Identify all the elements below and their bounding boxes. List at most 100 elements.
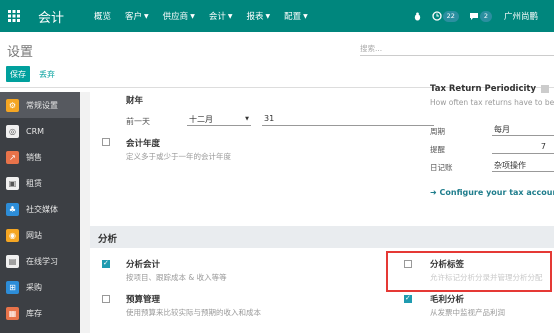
fiscal-month-select[interactable]: 十二月 ▼ [187, 114, 251, 126]
caret-down-icon: ▼ [303, 12, 308, 20]
elearning-icon: ▤ [6, 254, 19, 268]
menu-reporting[interactable]: 报表 ▼ [246, 10, 270, 22]
menu-label: 会计 [208, 12, 226, 22]
sidebar-item-social-media[interactable]: ♣ 社交媒体 [0, 196, 80, 222]
company-field-icon [540, 84, 549, 93]
apps-menu-icon[interactable] [2, 0, 26, 32]
systray: 22 2 广州尚鹏 [403, 0, 554, 32]
fiscal-day-input[interactable]: 31 [262, 114, 434, 126]
fiscal-month-value: 十二月 [189, 115, 213, 124]
periodicity-select[interactable]: 每月 [492, 124, 554, 136]
sidebar-item-label: 销售 [26, 152, 42, 162]
website-icon: ◉ [6, 228, 19, 242]
menu-configuration[interactable]: 配置 ▼ [284, 10, 308, 22]
menu-label: 客户 [125, 12, 143, 22]
margin-analysis-description: 从发票中监视产品利润 [430, 308, 505, 317]
fiscal-years-checkbox[interactable] [102, 138, 110, 146]
menu-overview[interactable]: 概览 [94, 10, 111, 22]
activity-count-badge: 22 [442, 10, 459, 22]
last-day-label: 前一天 [126, 117, 150, 126]
message-count-badge: 2 [479, 10, 492, 22]
caret-down-icon: ▼ [190, 12, 195, 20]
save-button[interactable]: 保存 [6, 66, 30, 82]
caret-down-icon: ▼ [144, 12, 149, 20]
sidebar-item-label: 在线学习 [26, 256, 58, 266]
sidebar-item-label: 常规设置 [26, 100, 58, 110]
company-switcher[interactable]: 广州尚鹏 [504, 10, 538, 22]
analytic-accounting-description: 按项目、跟踪成本 & 收入等等 [126, 273, 227, 282]
crm-icon: ◎ [6, 124, 19, 138]
sidebar-item-label: 库存 [26, 308, 42, 318]
sidebar-item-sales[interactable]: ↗ 销售 [0, 144, 80, 170]
sidebar-item-purchase[interactable]: ⊞ 采购 [0, 274, 80, 300]
margin-analysis-label: 毛利分析 [430, 295, 465, 305]
sidebar-item-rental[interactable]: ▣ 租赁 [0, 170, 80, 196]
sidebar-item-elearning[interactable]: ▤ 在线学习 [0, 248, 80, 274]
social-media-icon: ♣ [6, 202, 19, 216]
sidebar-item-label: 社交媒体 [26, 204, 58, 214]
search-input[interactable]: 搜索... [360, 40, 554, 56]
company-name: 广州尚鹏 [503, 12, 538, 22]
fiscal-years-description: 定义多于或少于一年的会计年度 [126, 152, 231, 161]
discard-button[interactable]: 丢弃 [39, 66, 55, 82]
menu-customers[interactable]: 客户 ▼ [125, 10, 149, 22]
sidebar-item-general-settings[interactable]: ⚙ 常规设置 [0, 92, 80, 118]
menu-label: 概览 [94, 12, 112, 22]
top-navbar: 会计 概览 客户 ▼ 供应商 ▼ 会计 ▼ 报表 ▼ 配置 ▼ 22 2 广州尚鹏 [0, 0, 554, 32]
settings-content: 财年 前一天 十二月 ▼ 31 会计年度 定义多于或少于一年的会计年度 Tax … [80, 84, 554, 333]
debug-bug-icon[interactable] [413, 11, 422, 21]
periodicity-label: 周期 [430, 127, 445, 136]
settings-sheet: 财年 前一天 十二月 ▼ 31 会计年度 定义多于或少于一年的会计年度 Tax … [90, 84, 554, 333]
sidebar-item-crm[interactable]: ◎ CRM [0, 118, 80, 144]
budget-management-label: 预算管理 [126, 295, 161, 305]
caret-down-icon: ▼ [227, 12, 233, 20]
sidebar-item-website[interactable]: ◉ 网站 [0, 222, 80, 248]
caret-down-icon: ▼ [265, 12, 271, 20]
configure-tax-accounts-text: Configure your tax accounts [439, 188, 554, 197]
configure-tax-accounts-link[interactable]: ➜ Configure your tax accounts [430, 188, 554, 197]
sidebar-item-label: 网站 [26, 230, 42, 240]
control-panel: 设置 搜索... [0, 32, 554, 88]
clock-icon [431, 11, 442, 21]
analytics-section-title: 分析 [98, 234, 118, 245]
tax-return-heading-text: Tax Return Periodicity [430, 84, 537, 94]
menu-vendors[interactable]: 供应商 ▼ [163, 10, 195, 22]
messaging-button[interactable]: 2 [469, 10, 492, 22]
inventory-icon: ▦ [6, 306, 19, 320]
analytics-section-header: 分析 [90, 226, 554, 248]
activity-button[interactable]: 22 [431, 10, 459, 22]
chat-bubble-icon [469, 13, 478, 20]
sidebar-item-label: CRM [26, 126, 45, 136]
menu-label: 供应商 [162, 12, 189, 22]
menu-label: 配置 [284, 12, 302, 22]
analytic-accounting-label: 分析会计 [126, 260, 161, 270]
reminder-days-input[interactable]: 7 [492, 142, 554, 154]
gear-icon: ⚙ [6, 98, 19, 112]
menu-accounting[interactable]: 会计 ▼ [209, 10, 233, 22]
analytic-accounting-checkbox[interactable] [102, 259, 110, 268]
rental-icon: ▣ [6, 176, 19, 190]
app-brand-title[interactable]: 会计 [38, 7, 64, 26]
highlight-box [386, 251, 552, 292]
sales-chart-icon: ↗ [6, 150, 19, 164]
tax-return-description: How often tax returns have to be r [430, 98, 554, 107]
arrow-right-icon: ➜ [430, 188, 440, 197]
page-title: 设置 [7, 45, 34, 60]
main-menu: 概览 客户 ▼ 供应商 ▼ 会计 ▼ 报表 ▼ 配置 ▼ [94, 10, 322, 22]
margin-analysis-checkbox[interactable] [404, 294, 412, 303]
journal-select[interactable]: 杂项操作 [492, 160, 554, 172]
purchase-icon: ⊞ [6, 280, 19, 294]
fiscal-year-heading: 财年 [126, 96, 144, 106]
settings-sidebar: ⚙ 常规设置 ◎ CRM ↗ 销售 ▣ 租赁 ♣ 社交媒体 ◉ 网站 ▤ 在线学… [0, 92, 80, 333]
sidebar-item-label: 租赁 [26, 178, 42, 188]
sidebar-item-inventory[interactable]: ▦ 库存 [0, 300, 80, 326]
journal-label: 日记账 [430, 163, 453, 172]
budget-management-description: 使用预算来比较实际与预期的收入和成本 [126, 308, 261, 317]
menu-label: 报表 [246, 12, 264, 22]
tax-return-heading: Tax Return Periodicity [430, 84, 549, 94]
reminder-label: 提醒 [430, 145, 445, 154]
sidebar-item-label: 采购 [26, 282, 42, 292]
budget-management-checkbox[interactable] [102, 295, 110, 303]
fiscal-years-label: 会计年度 [126, 139, 161, 149]
caret-down-icon: ▼ [245, 116, 249, 122]
